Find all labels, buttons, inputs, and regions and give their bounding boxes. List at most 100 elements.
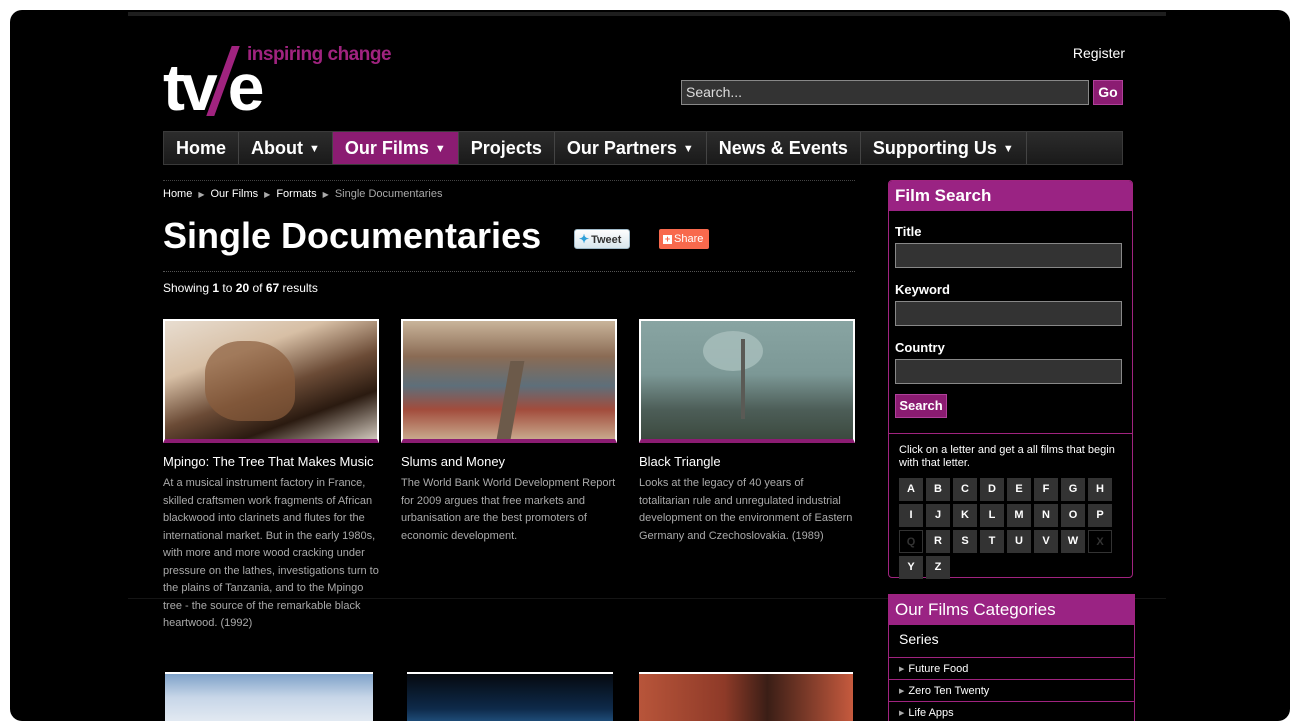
results-prefix: Showing [163,281,210,295]
caret-down-icon: ▼ [434,143,446,155]
go-button[interactable]: Go [1093,80,1123,105]
film-thumbnail[interactable] [401,319,617,443]
nav-label: Our Partners [566,138,677,158]
share-button[interactable]: + Share [659,229,709,249]
nav-item-our-films[interactable]: Our Films ▼ [332,132,459,164]
film-title[interactable]: Black Triangle [639,455,855,469]
nav-item-supporting-us[interactable]: Supporting Us ▼ [861,132,1027,164]
results-from: 1 [212,281,220,295]
letter-j-button[interactable]: J [926,504,950,527]
letter-z-button[interactable]: Z [926,556,950,579]
nav-label: Our Films [344,138,429,158]
film-search-heading: Film Search [889,181,1132,211]
film-categories-panel: Our Films Categories Series ▶ Future Food… [888,594,1135,721]
letter-y-button[interactable]: Y [899,556,923,579]
results-to: 20 [235,281,250,295]
page-title: Single Documentaries [163,215,542,256]
letter-c-button[interactable]: C [953,478,977,501]
site-search-input[interactable]: Search... [681,80,1089,105]
film-title[interactable]: Mpingo: The Tree That Makes Music [163,455,379,469]
nav-label: About [251,138,303,158]
letter-q-button: Q [899,530,923,553]
category-item[interactable]: ▶ Zero Ten Twenty [889,679,1134,701]
caret-down-icon: ▼ [682,143,694,155]
letter-k-button[interactable]: K [953,504,977,527]
nav-item-projects[interactable]: Projects [459,132,555,164]
nav-label: Home [176,138,227,158]
film-thumbnail[interactable] [639,672,853,721]
letter-h-button[interactable]: H [1088,478,1112,501]
letter-i-button[interactable]: I [899,504,923,527]
letter-w-button[interactable]: W [1061,530,1085,553]
title-input[interactable] [895,243,1122,268]
nav-item-news-events[interactable]: News & Events [707,132,861,164]
keyword-label: Keyword [895,282,950,297]
arrow-right-icon: ▶ [899,666,905,673]
breadcrumb-arrow-icon: ▶ [198,189,205,199]
letter-p-button[interactable]: P [1088,504,1112,527]
nav-item-home[interactable]: Home [164,132,240,164]
film-card[interactable]: Slums and Money The World Bank World Dev… [401,319,617,545]
register-link[interactable]: Register [1073,45,1125,61]
letter-r-button[interactable]: R [926,530,950,553]
letter-f-button[interactable]: F [1034,478,1058,501]
letter-m-button[interactable]: M [1007,504,1031,527]
letter-b-button[interactable]: B [926,478,950,501]
logo-tagline: inspiring change [247,44,392,65]
nav-item-our-partners[interactable]: Our Partners ▼ [555,132,707,164]
caret-down-icon: ▼ [309,143,320,155]
film-thumbnail[interactable] [163,319,379,443]
film-search-button[interactable]: Search [895,394,947,418]
main-nav: Home About ▼ Our Films ▼ Projects Our Partners… [163,131,1123,165]
letter-d-button[interactable]: D [980,478,1004,501]
film-card[interactable]: Black Triangle Looks at the legacy of 40… [639,319,855,545]
keyword-input[interactable] [895,301,1122,326]
letter-g-button[interactable]: G [1061,478,1085,501]
breadcrumb-home[interactable]: Home [163,188,192,200]
letter-a-button[interactable]: A [899,478,923,501]
results-to-word: to [222,281,233,295]
breadcrumb-arrow-icon: ▶ [264,189,271,199]
breadcrumb: Home ▶ Our Films ▶ Formats ▶ Single Docu… [163,188,442,200]
browser-window: inspiring change tv e Register Search... … [10,10,1290,721]
nav-label: News & Events [718,138,848,158]
category-item[interactable]: ▶ Life Apps [889,701,1134,721]
divider-top [163,180,855,181]
film-description: Looks at the legacy of 40 years of total… [639,477,853,542]
twitter-bird-icon: ✦ [579,232,590,246]
letter-x-button: X [1088,530,1112,553]
categories-group[interactable]: Series [889,625,1134,657]
letter-v-button[interactable]: V [1034,530,1058,553]
letter-l-button[interactable]: L [980,504,1004,527]
letter-t-button[interactable]: T [980,530,1004,553]
plus-icon: + [663,234,672,244]
film-card[interactable]: Mpingo: The Tree That Makes Music At a m… [163,319,379,633]
film-thumbnail[interactable] [407,672,613,721]
categories-heading: Our Films Categories [889,595,1134,625]
breadcrumb-formats[interactable]: Formats [276,188,316,200]
film-thumbnail[interactable] [639,319,855,443]
caret-down-icon: ▼ [1002,143,1014,155]
category-item[interactable]: ▶ Future Food [889,657,1134,679]
film-thumbnail[interactable] [165,672,373,721]
film-description: The World Bank World Development Report … [401,477,616,542]
tweet-label: Tweet [591,234,622,246]
site-logo[interactable]: inspiring change tv e [163,44,393,120]
arrow-right-icon: ▶ [899,688,905,695]
category-label: Future Food [908,663,969,675]
country-input[interactable] [895,359,1122,384]
film-title[interactable]: Slums and Money [401,455,617,469]
letter-s-button[interactable]: S [953,530,977,553]
results-suffix: results [282,281,318,295]
letter-e-button[interactable]: E [1007,478,1031,501]
breadcrumb-current: Single Documentaries [334,188,443,200]
tweet-button[interactable]: ✦ Tweet [574,229,630,249]
film-search-panel: Film Search Title Keyword Country Search… [888,180,1133,579]
nav-item-about[interactable]: About ▼ [239,132,333,164]
letter-u-button[interactable]: U [1007,530,1031,553]
breadcrumb-our-films[interactable]: Our Films [211,188,259,200]
letter-o-button[interactable]: O [1061,504,1085,527]
letter-n-button[interactable]: N [1034,504,1058,527]
film-search-divider [889,433,1132,434]
title-label: Title [895,224,922,239]
